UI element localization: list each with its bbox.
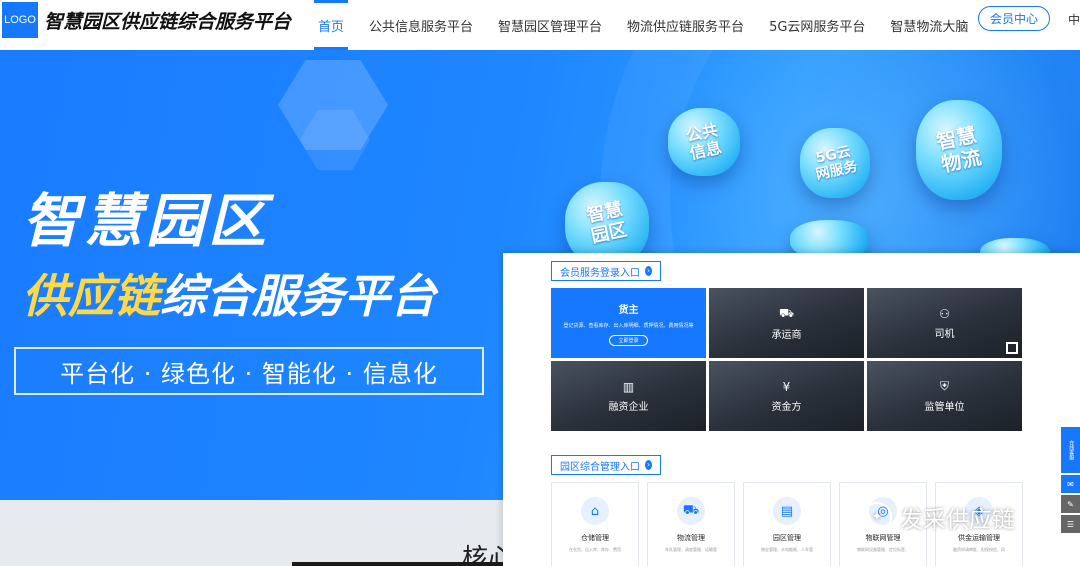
logo[interactable]: LOGO bbox=[2, 2, 38, 38]
tile-cargo-owner[interactable]: 货主 登记货源、查看库存、出入库明细、质押情况、费用情况等 立即登录 bbox=[551, 288, 706, 358]
tile-label: 资金方 bbox=[771, 401, 802, 413]
nav-item-home[interactable]: 首页 bbox=[313, 0, 349, 50]
wechat-icon: ✦ bbox=[862, 502, 892, 532]
banner-subheading: 供应链综合服务平台 bbox=[22, 260, 436, 326]
truck-icon: ⛟ bbox=[778, 305, 795, 320]
mgmt-card-title: 仓储管理 bbox=[581, 534, 609, 542]
watermark-text: 发采供应链 bbox=[900, 507, 1015, 533]
tile-label: 承运商 bbox=[771, 329, 802, 341]
cloud-label: 5G云 网服务 bbox=[814, 143, 859, 184]
cloud-5g: 5G云 网服务 bbox=[800, 128, 870, 198]
mgmt-card-title: 物联网管理 bbox=[865, 534, 901, 542]
mgmt-card-desc: 融资申请审批、担保授信、风 bbox=[953, 547, 1005, 552]
nav-item-5g-cloud[interactable]: 5G云网服务平台 bbox=[769, 0, 865, 50]
banner-subheading-highlight: 供应链 bbox=[22, 269, 160, 323]
tile-label: 司机 bbox=[934, 328, 955, 340]
document-icon: ▤ bbox=[773, 497, 801, 525]
language-switch[interactable]: 中 bbox=[1068, 11, 1080, 28]
member-center-button[interactable]: 会员中心 bbox=[978, 6, 1050, 31]
nav-item-logistics-brain[interactable]: 智慧物流大脑 bbox=[890, 0, 968, 50]
arrow-right-icon: › bbox=[645, 266, 652, 276]
watermark: ✦ 发采供应链 bbox=[862, 500, 1015, 534]
tile-financing-company[interactable]: ▥ 融资企业 bbox=[551, 361, 706, 431]
tile-label: 融资企业 bbox=[608, 401, 649, 413]
nav-item-logistics-supply-chain[interactable]: 物流供应链服务平台 bbox=[627, 0, 744, 50]
driver-icon: ⚇ bbox=[939, 306, 950, 321]
mgmt-card-desc: 车队管理、调度管理、运输管 bbox=[665, 547, 717, 552]
tile-funder[interactable]: ¥ 资金方 bbox=[709, 361, 864, 431]
edit-icon[interactable]: ✎ bbox=[1061, 495, 1080, 513]
banner-slogan: 平台化 · 绿色化 · 智能化 · 信息化 bbox=[14, 347, 484, 395]
login-section-title-text: 会员服务登录入口 bbox=[560, 267, 640, 279]
online-service-button[interactable]: 在线客服 bbox=[1061, 427, 1080, 473]
arrow-right-icon: › bbox=[645, 460, 652, 470]
mgmt-section-title[interactable]: 园区综合管理入口 › bbox=[551, 455, 661, 475]
tile-label: 货主 bbox=[618, 304, 639, 316]
site-title: 智慧园区供应链综合服务平台 bbox=[44, 11, 292, 33]
mgmt-card-desc: 物业管理、水电能耗、人车管 bbox=[761, 547, 813, 552]
mgmt-card-title: 供金运输管理 bbox=[958, 534, 1000, 542]
chat-icon[interactable]: ✉ bbox=[1061, 475, 1080, 493]
online-service-label: 在线客服 bbox=[1068, 440, 1075, 460]
banner-heading: 智慧园区 bbox=[22, 187, 271, 255]
mgmt-card-desc: 物联网设备管理、定位标签、 bbox=[857, 547, 909, 552]
cloud-label: 公共 信息 bbox=[684, 119, 724, 163]
truck-icon: ⛟ bbox=[677, 497, 705, 525]
tile-label: 监管单位 bbox=[924, 402, 965, 413]
menu-icon[interactable]: ☰ bbox=[1061, 515, 1080, 533]
qr-code-icon[interactable] bbox=[1006, 342, 1018, 354]
mgmt-card-warehouse[interactable]: ⌂ 仓储管理 在仓货、出入库、库存、费用 bbox=[551, 482, 639, 566]
login-section-title[interactable]: 会员服务登录入口 › bbox=[551, 261, 661, 281]
cloud-public-info: 公共 信息 bbox=[668, 108, 740, 176]
tile-carrier[interactable]: ⛟ 承运商 bbox=[709, 288, 864, 358]
mgmt-card-title: 园区管理 bbox=[773, 534, 801, 542]
page-root: LOGO 智慧园区供应链综合服务平台 首页 公共信息服务平台 智慧园区管理平台 … bbox=[0, 0, 1080, 566]
cloud-label: 智慧 物流 bbox=[934, 122, 984, 177]
mgmt-card-desc: 在仓货、出入库、库存、费用 bbox=[569, 547, 621, 552]
shield-icon: ⛨ bbox=[939, 379, 949, 393]
login-now-button[interactable]: 立即登录 bbox=[609, 334, 648, 346]
nav-item-park-management[interactable]: 智慧园区管理平台 bbox=[498, 0, 602, 50]
tile-driver[interactable]: ⚇ 司机 bbox=[867, 288, 1022, 358]
nav-item-public-info[interactable]: 公共信息服务平台 bbox=[369, 0, 473, 50]
banner-subheading-rest: 综合服务平台 bbox=[160, 269, 436, 323]
tile-description: 登记货源、查看库存、出入库明细、质押情况、费用情况等 bbox=[563, 322, 694, 329]
top-header: LOGO 智慧园区供应链综合服务平台 首页 公共信息服务平台 智慧园区管理平台 … bbox=[0, 0, 1080, 50]
cloud-label: 智慧 园区 bbox=[584, 199, 629, 248]
side-toolbar: 在线客服 ✉ ✎ ☰ bbox=[1061, 427, 1080, 535]
money-icon: ¥ bbox=[782, 379, 791, 394]
mgmt-section-title-text: 园区综合管理入口 bbox=[560, 461, 640, 473]
cloud-smart-logistics: 智慧 物流 bbox=[916, 100, 1002, 200]
tile-regulator[interactable]: ⛨ 监管单位 bbox=[867, 361, 1022, 431]
main-nav: 首页 公共信息服务平台 智慧园区管理平台 物流供应链服务平台 5G云网服务平台 … bbox=[313, 0, 993, 50]
mgmt-card-title: 物流管理 bbox=[677, 534, 705, 542]
mgmt-card-logistics[interactable]: ⛟ 物流管理 车队管理、调度管理、运输管 bbox=[647, 482, 735, 566]
warehouse-icon: ⌂ bbox=[581, 497, 609, 525]
building-icon: ▥ bbox=[622, 379, 635, 394]
mgmt-card-park[interactable]: ▤ 园区管理 物业管理、水电能耗、人车管 bbox=[743, 482, 831, 566]
